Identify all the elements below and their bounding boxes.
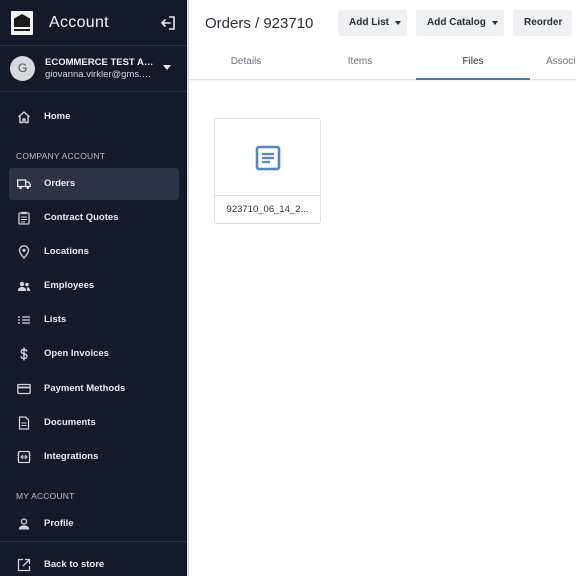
list-icon — [18, 316, 30, 324]
sidebar-border — [187, 0, 189, 576]
sidebar-title: Account — [49, 14, 109, 31]
dollar-icon — [20, 347, 28, 361]
clipboard-icon — [18, 211, 30, 225]
document-icon — [18, 416, 30, 430]
reorder-button[interactable]: Reorder — [513, 10, 572, 36]
sidebar-item-locations[interactable]: Locations — [9, 236, 179, 268]
sidebar-header: Account — [0, 0, 187, 46]
chevron-down-icon[interactable] — [163, 65, 171, 70]
home-icon — [18, 111, 30, 124]
order-tabs: Details Items Files Associ — [189, 46, 576, 80]
sidebar-divider — [0, 541, 187, 542]
company-logo[interactable] — [11, 11, 33, 35]
page-header: Orders / 923710 Add List Add Catalog Reo… — [189, 0, 576, 46]
caret-down-icon — [395, 21, 401, 25]
file-preview[interactable] — [215, 119, 320, 196]
integrations-icon — [17, 450, 31, 464]
credit-card-icon — [17, 383, 31, 395]
sidebar-item-contract-quotes[interactable]: Contract Quotes — [9, 202, 179, 234]
sidebar-item-payment-methods[interactable]: Payment Methods — [9, 373, 179, 405]
truck-icon — [17, 179, 31, 190]
sidebar-item-employees[interactable]: Employees — [9, 270, 179, 302]
caret-down-icon — [492, 21, 498, 25]
person-icon — [18, 518, 30, 530]
sidebar: Account G ECOMMERCE TEST ACC... giovanna… — [0, 0, 187, 576]
back-to-store-link[interactable]: Back to store — [9, 549, 179, 576]
sidebar-item-lists[interactable]: Lists — [9, 304, 179, 336]
add-catalog-button[interactable]: Add Catalog — [416, 10, 504, 36]
sidebar-item-label: Home — [44, 111, 71, 122]
section-label-company: COMPANY ACCOUNT — [16, 151, 106, 161]
sidebar-item-label: Payment Methods — [44, 383, 126, 394]
add-list-label: Add List — [349, 17, 389, 28]
add-catalog-label: Add Catalog — [427, 17, 486, 28]
logout-icon[interactable] — [160, 15, 176, 31]
sidebar-item-label: Lists — [44, 314, 67, 325]
sidebar-item-label: Open Invoices — [44, 348, 109, 359]
sidebar-item-integrations[interactable]: Integrations — [9, 441, 179, 473]
file-name: 923710_06_14_2... — [226, 204, 309, 215]
tab-associations[interactable]: Associ — [530, 46, 576, 80]
account-name: ECOMMERCE TEST ACC... — [45, 57, 155, 68]
document-icon — [255, 145, 281, 171]
people-icon — [17, 281, 31, 291]
external-link-icon — [17, 558, 31, 572]
reorder-label: Reorder — [524, 17, 563, 28]
tab-files[interactable]: Files — [416, 46, 530, 80]
add-list-button[interactable]: Add List — [338, 10, 407, 36]
section-label-my-account: MY ACCOUNT — [16, 491, 75, 501]
tab-details[interactable]: Details — [189, 46, 303, 80]
sidebar-item-home[interactable]: Home — [9, 101, 179, 133]
sidebar-item-label: Profile — [44, 518, 74, 529]
tab-items[interactable]: Items — [303, 46, 417, 80]
sidebar-item-label: Contract Quotes — [44, 212, 119, 223]
avatar: G — [10, 56, 35, 81]
sidebar-item-label: Locations — [44, 246, 89, 257]
page-title: Orders / 923710 — [205, 15, 314, 32]
sidebar-item-label: Orders — [44, 178, 76, 189]
sidebar-item-label: Employees — [44, 280, 95, 291]
sidebar-item-profile[interactable]: Profile — [9, 508, 179, 540]
sidebar-item-orders[interactable]: Orders — [9, 168, 179, 200]
map-pin-icon — [18, 245, 30, 259]
sidebar-item-open-invoices[interactable]: Open Invoices — [9, 338, 179, 370]
sidebar-item-label: Documents — [44, 417, 96, 428]
sidebar-item-label: Back to store — [44, 559, 105, 570]
sidebar-item-label: Integrations — [44, 451, 99, 462]
account-email: giovanna.virkler@gms.co... — [45, 69, 155, 80]
sidebar-item-documents[interactable]: Documents — [9, 407, 179, 439]
account-switcher[interactable]: G ECOMMERCE TEST ACC... giovanna.virkler… — [0, 46, 187, 92]
file-card[interactable]: 923710_06_14_2... — [214, 118, 321, 224]
